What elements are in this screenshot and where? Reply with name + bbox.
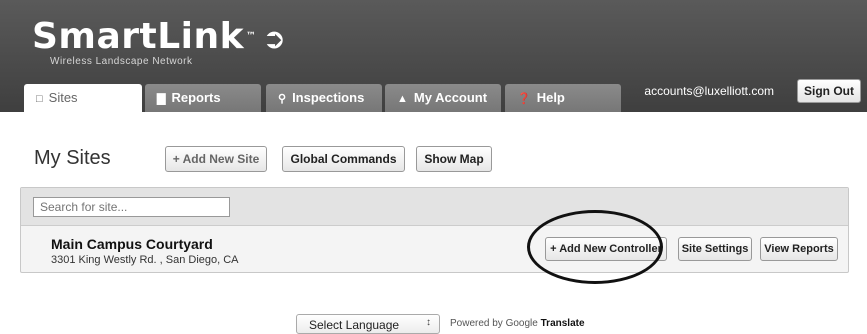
tab-help[interactable]: ❓ Help xyxy=(505,84,621,112)
site-settings-button[interactable]: Site Settings xyxy=(678,237,752,261)
logo-mark-icon: ➲ xyxy=(262,22,287,55)
select-arrows-icon: ↕ xyxy=(426,317,431,328)
reports-icon: ▇ xyxy=(157,93,166,105)
search-input[interactable] xyxy=(33,197,230,217)
powered-by-label: Powered by xyxy=(450,318,506,329)
site-address: 3301 King Westly Rd. , San Diego, CA xyxy=(51,254,239,266)
google-logo: Google xyxy=(505,318,538,329)
tab-inspections-label: Inspections xyxy=(292,90,365,105)
page-title: My Sites xyxy=(34,147,111,169)
tab-help-label: Help xyxy=(536,90,565,105)
help-icon: ❓ xyxy=(517,93,531,105)
smartlink-logo[interactable]: SmartLink ™ ➲ Wireless Landscape Network xyxy=(32,16,287,68)
global-commands-button[interactable]: Global Commands xyxy=(282,146,405,172)
user-icon: ▲ xyxy=(397,93,408,105)
language-select[interactable]: Select Language ↕ xyxy=(296,314,440,334)
view-reports-button[interactable]: View Reports xyxy=(760,237,838,261)
tab-my-account[interactable]: ▲ My Account xyxy=(385,84,501,112)
search-icon: ⚲ xyxy=(278,93,287,105)
tab-my-account-label: My Account xyxy=(413,90,488,105)
site-name[interactable]: Main Campus Courtyard xyxy=(51,236,213,252)
trademark: ™ xyxy=(246,31,257,42)
powered-by-google-translate[interactable]: Powered by Google Translate xyxy=(450,318,585,329)
app-header: SmartLink ™ ➲ Wireless Landscape Network □… xyxy=(0,0,867,112)
language-select-label: Select Language xyxy=(309,318,400,332)
tab-sites[interactable]: □ Sites xyxy=(24,84,142,112)
sign-out-button[interactable]: Sign Out xyxy=(797,79,861,103)
brand-name: SmartLink xyxy=(32,16,245,57)
highlight-circle-annotation xyxy=(527,210,663,284)
search-bar xyxy=(21,188,848,226)
tab-sites-label: Sites xyxy=(48,90,78,105)
sites-icon: □ xyxy=(36,93,43,105)
show-map-button[interactable]: Show Map xyxy=(416,146,492,172)
account-email: accounts@luxelliott.com xyxy=(644,84,774,98)
add-new-site-button[interactable]: + Add New Site xyxy=(165,146,267,172)
tab-reports-label: Reports xyxy=(171,90,221,105)
tab-reports[interactable]: ▇ Reports xyxy=(145,84,261,112)
tab-inspections[interactable]: ⚲ Inspections xyxy=(266,84,382,112)
translate-label: Translate xyxy=(540,318,585,329)
